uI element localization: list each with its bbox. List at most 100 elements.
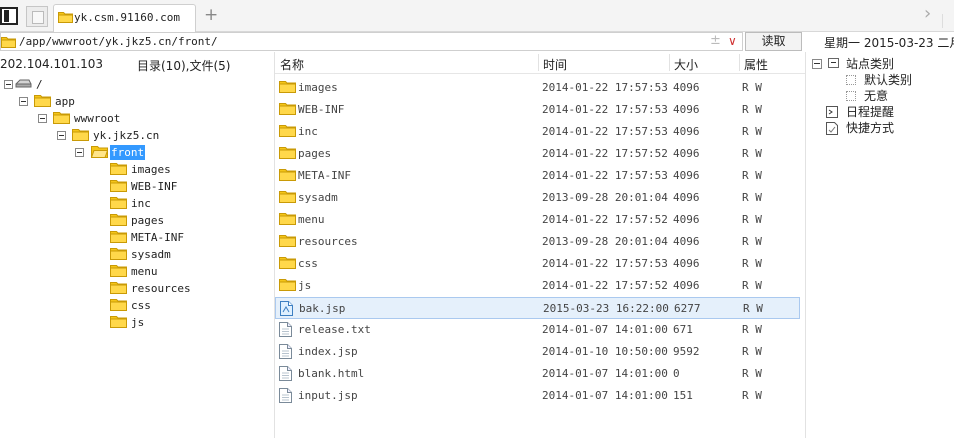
- chevron-down-icon[interactable]: ∨: [728, 34, 737, 48]
- new-tab-button[interactable]: +: [204, 5, 218, 25]
- site-category-label: 站点类别: [846, 57, 895, 71]
- tree-node[interactable]: yk.jkz5.cn: [0, 127, 270, 144]
- tree-node[interactable]: WEB-INF: [0, 178, 270, 195]
- file-size: 4096: [673, 169, 700, 182]
- tab-scroll-chevron-icon[interactable]: ›: [924, 3, 931, 25]
- folder-icon: [110, 281, 127, 297]
- blank-tab-button[interactable]: [26, 6, 48, 27]
- date-display: 星期一 2015-03-23 二月: [824, 36, 954, 50]
- folder-icon: [1, 36, 16, 51]
- folder-icon: [34, 94, 51, 110]
- file-time: 2014-01-22 17:57:53: [542, 81, 668, 94]
- file-row[interactable]: menu 2014-01-22 17:57:52 4096 R W: [275, 209, 800, 231]
- file-row[interactable]: sysadm 2013-09-28 20:01:04 4096 R W: [275, 187, 800, 209]
- tree-node-label: /: [36, 78, 43, 91]
- file-row[interactable]: js 2014-01-22 17:57:52 4096 R W: [275, 275, 800, 297]
- schedule-reminder-label: 日程提醒: [846, 105, 895, 119]
- tree-node[interactable]: resources: [0, 280, 270, 297]
- file-row[interactable]: images 2014-01-22 17:57:53 4096 R W: [275, 77, 800, 99]
- tree-node-label: menu: [131, 265, 158, 278]
- drive-icon: [15, 77, 32, 93]
- file-row[interactable]: WEB-INF 2014-01-22 17:57:53 4096 R W: [275, 99, 800, 121]
- column-header-time[interactable]: 时间: [543, 56, 567, 74]
- read-button[interactable]: 读取: [745, 32, 802, 51]
- file-row[interactable]: inc 2014-01-22 17:57:53 4096 R W: [275, 121, 800, 143]
- collapse-icon[interactable]: [812, 59, 822, 69]
- folder-icon: [279, 190, 296, 206]
- tree-node-label: front: [110, 145, 146, 160]
- file-time: 2014-01-22 17:57:53: [542, 103, 668, 116]
- file-time: 2014-01-22 17:57:52: [542, 147, 668, 160]
- tree-node[interactable]: /: [0, 76, 270, 93]
- list-header: 名称 时间 大小 属性: [275, 52, 805, 74]
- folder-icon: [279, 80, 296, 96]
- tree-collapse-icon[interactable]: [4, 80, 13, 89]
- file-time: 2014-01-22 17:57:52: [542, 279, 668, 292]
- folder-icon: [110, 213, 127, 229]
- file-attr: R W: [742, 323, 762, 336]
- tree-node[interactable]: menu: [0, 263, 270, 280]
- file-name: inc: [298, 125, 318, 138]
- tree-node[interactable]: css: [0, 297, 270, 314]
- file-row[interactable]: index.jsp 2014-01-10 10:50:00 9592 R W: [275, 341, 800, 363]
- file-row[interactable]: bak.jsp 2015-03-23 16:22:00 6277 R W: [275, 297, 800, 319]
- tree-node[interactable]: pages: [0, 212, 270, 229]
- column-header-name[interactable]: 名称: [280, 56, 304, 74]
- file-time: 2013-09-28 20:01:04: [542, 235, 668, 248]
- file-icon: [279, 344, 292, 362]
- category-item-icon: [846, 91, 856, 101]
- tree-node-label: images: [131, 163, 171, 176]
- tree-collapse-icon[interactable]: [57, 131, 66, 140]
- column-divider[interactable]: [739, 54, 740, 71]
- sidebar-toggle-button[interactable]: [0, 7, 18, 25]
- file-attr: R W: [742, 103, 762, 116]
- tree-node[interactable]: js: [0, 314, 270, 331]
- tree-node[interactable]: wwwroot: [0, 110, 270, 127]
- folder-icon: [279, 212, 296, 228]
- folder-icon: [279, 278, 296, 294]
- file-size: 671: [673, 323, 693, 336]
- file-size: 151: [673, 389, 693, 402]
- column-divider[interactable]: [669, 54, 670, 71]
- file-attr: R W: [742, 367, 762, 380]
- file-row[interactable]: META-INF 2014-01-22 17:57:53 4096 R W: [275, 165, 800, 187]
- file-size: 4096: [673, 103, 700, 116]
- file-row[interactable]: css 2014-01-22 17:57:53 4096 R W: [275, 253, 800, 275]
- column-header-attr[interactable]: 属性: [744, 56, 768, 74]
- folder-icon: [110, 196, 127, 212]
- file-icon: [279, 366, 292, 384]
- file-name: META-INF: [298, 169, 351, 182]
- file-name: pages: [298, 147, 332, 160]
- tree-node[interactable]: images: [0, 161, 270, 178]
- folder-icon: [110, 298, 127, 314]
- file-size: 4096: [673, 125, 700, 138]
- file-attr: R W: [742, 147, 762, 160]
- folder-icon: [279, 146, 296, 162]
- file-list-pane: 名称 时间 大小 属性 images 2014-01-22 17:57:53 409…: [275, 52, 805, 438]
- tree-collapse-icon[interactable]: [75, 148, 84, 157]
- tree-node[interactable]: app: [0, 93, 270, 110]
- folder-open-icon: [90, 145, 109, 161]
- file-row[interactable]: release.txt 2014-01-07 14:01:00 671 R W: [275, 319, 800, 341]
- file-row[interactable]: input.jsp 2014-01-07 14:01:00 151 R W: [275, 385, 800, 407]
- tab-active[interactable]: yk.csm.91160.com: [53, 4, 196, 32]
- file-time: 2014-01-07 14:01:00: [542, 367, 668, 380]
- path-input[interactable]: /app/wwwroot/yk.jkz5.cn/front/ ± ∨: [0, 32, 743, 51]
- bookmark-icon[interactable]: ±: [710, 33, 721, 48]
- jsp-file-icon: [280, 301, 293, 319]
- tree-node[interactable]: front: [0, 144, 270, 161]
- column-header-size[interactable]: 大小: [674, 56, 698, 74]
- folder-icon: [110, 315, 127, 331]
- tree-node[interactable]: sysadm: [0, 246, 270, 263]
- tree-node-label: sysadm: [131, 248, 171, 261]
- tree-node[interactable]: inc: [0, 195, 270, 212]
- file-row[interactable]: pages 2014-01-22 17:57:52 4096 R W: [275, 143, 800, 165]
- tree-node[interactable]: META-INF: [0, 229, 270, 246]
- tree-collapse-icon[interactable]: [19, 97, 28, 106]
- file-size: 4096: [673, 191, 700, 204]
- tree-collapse-icon[interactable]: [38, 114, 47, 123]
- column-divider[interactable]: [538, 54, 539, 71]
- file-row[interactable]: resources 2013-09-28 20:01:04 4096 R W: [275, 231, 800, 253]
- file-row[interactable]: blank.html 2014-01-07 14:01:00 0 R W: [275, 363, 800, 385]
- tree-node-label: WEB-INF: [131, 180, 178, 193]
